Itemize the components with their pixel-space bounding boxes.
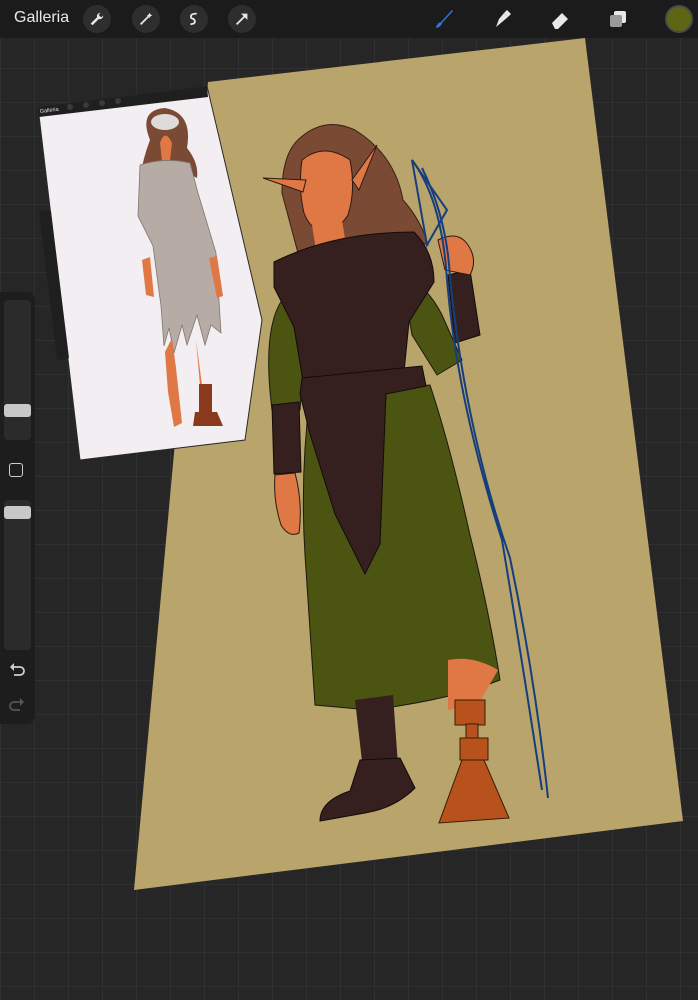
top-toolbar: Galleria [0,0,698,38]
color-picker-button[interactable] [665,5,693,33]
layers-icon[interactable] [604,5,632,33]
brush-size-slider[interactable] [4,300,31,440]
opacity-thumb[interactable] [4,506,31,519]
brush-size-thumb[interactable] [4,404,31,417]
drawing-canvas[interactable]: Galleria [0,0,698,1000]
brush-icon[interactable] [430,5,458,33]
smudge-icon[interactable] [488,5,516,33]
undo-icon[interactable] [8,660,26,678]
transform-arrow-icon[interactable] [228,5,256,33]
square-modify-icon[interactable] [9,463,23,477]
opacity-slider[interactable] [4,500,31,650]
left-sidebar [0,292,35,724]
gallery-button[interactable]: Galleria [14,9,69,27]
selection-icon[interactable] [180,5,208,33]
magic-wand-icon[interactable] [132,5,160,33]
eraser-icon[interactable] [546,5,574,33]
redo-icon[interactable] [8,695,26,713]
wrench-icon[interactable] [83,5,111,33]
